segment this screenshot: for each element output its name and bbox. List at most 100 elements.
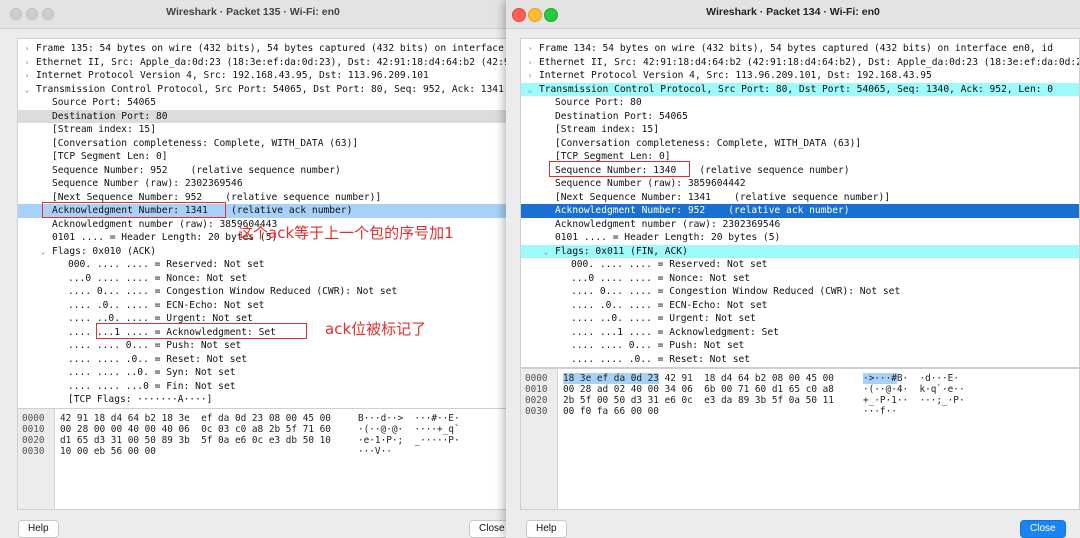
hex-offset: 0000 bbox=[22, 413, 45, 424]
ack-number-highlight-box bbox=[42, 202, 226, 218]
chevron-down-icon[interactable]: ⌄ bbox=[525, 83, 535, 97]
hex-offset: 0010 bbox=[22, 424, 45, 435]
hex-row[interactable]: 0010 00 28 00 00 40 00 40 06 0c 03 c0 a8 … bbox=[18, 424, 506, 435]
chevron-right-icon[interactable]: › bbox=[22, 69, 32, 83]
tree-row[interactable]: [TCP Segment Len: 0] bbox=[18, 150, 506, 164]
tree-row[interactable]: [Conversation completeness: Complete, WI… bbox=[521, 137, 1079, 151]
tree-row[interactable]: .... .... .0.. = Reset: Not set bbox=[521, 353, 1079, 367]
hex-row[interactable]: 0020 2b 5f 00 50 d3 31 e6 0c e3 da 89 3b … bbox=[521, 395, 1079, 406]
hex-row[interactable]: 0030 10 00 eb 56 00 00 ···V·· bbox=[18, 446, 506, 457]
ack-equals-annotation: 这个ack等于上一个包的序号加1 bbox=[238, 224, 454, 242]
tree-row[interactable]: .... 0... .... = Congestion Window Reduc… bbox=[18, 285, 506, 299]
tree-row[interactable]: Destination Port: 54065 bbox=[521, 110, 1079, 124]
hex-bytes-rest: 42 91 18 d4 64 b2 08 00 45 00 bbox=[658, 373, 834, 384]
tree-row[interactable]: .... .... 0... = Push: Not set bbox=[521, 339, 1079, 353]
tree-row-text: Destination Port: 80 bbox=[52, 110, 168, 122]
chevron-right-icon[interactable]: › bbox=[525, 56, 535, 70]
window-title: Wireshark · Packet 134 · Wi-Fi: en0 bbox=[706, 6, 880, 18]
chevron-right-icon[interactable]: › bbox=[525, 42, 535, 56]
tree-row[interactable]: ⌄ Flags: 0x011 (FIN, ACK) bbox=[521, 244, 1079, 259]
tree-row-text: ...0 .... .... = Nonce: Not set bbox=[571, 272, 751, 284]
tree-row-text: Transmission Control Protocol, Src Port:… bbox=[539, 83, 1054, 95]
tree-row[interactable]: .... .0.. .... = ECN-Echo: Not set bbox=[521, 299, 1079, 313]
chevron-down-icon[interactable]: ⌄ bbox=[22, 83, 32, 97]
chevron-down-icon[interactable]: ⌄ bbox=[541, 245, 551, 259]
tree-row[interactable]: ⌄ Flags: 0x010 (ACK) bbox=[18, 245, 506, 259]
hex-bytes-rest: 00 28 00 00 40 00 40 06 0c 03 c0 a8 2b 5… bbox=[60, 424, 331, 435]
tree-row[interactable]: .... ...1 .... = Acknowledgment: Set bbox=[521, 326, 1079, 340]
hex-row[interactable]: 0010 00 28 ad 02 40 00 34 06 6b 00 71 60 … bbox=[521, 384, 1079, 395]
hex-ascii: ···f·· bbox=[863, 406, 897, 417]
tree-row[interactable]: [TCP Flags: ·······A····] bbox=[18, 393, 506, 407]
tree-row-text: Acknowledgment number (raw): 2302369546 bbox=[555, 218, 781, 230]
title-bar[interactable]: Wireshark · Packet 134 · Wi-Fi: en0 bbox=[506, 0, 1080, 29]
tree-row-text: [TCP Segment Len: 0] bbox=[52, 151, 168, 162]
tree-row[interactable]: Sequence Number (raw): 3859604442 bbox=[521, 177, 1079, 191]
tree-row[interactable]: › Frame 134: 54 bytes on wire (432 bits),… bbox=[521, 42, 1079, 56]
tree-row-text: Source Port: 54065 bbox=[52, 97, 156, 108]
tree-row[interactable]: .... .... 0... = Push: Not set bbox=[18, 339, 506, 353]
tree-row[interactable]: .... ..0. .... = Urgent: Not set bbox=[521, 312, 1079, 326]
tree-row[interactable]: › Ethernet II, Src: Apple_da:0d:23 (18:3e… bbox=[18, 56, 506, 70]
tree-row[interactable]: › Internet Protocol Version 4, Src: 192.1… bbox=[18, 69, 506, 83]
tree-row[interactable]: Destination Port: 80 bbox=[18, 109, 506, 123]
hex-bytes: 10 00 eb 56 00 00 bbox=[60, 446, 156, 457]
tree-row[interactable]: 000. .... .... = Reserved: Not set bbox=[521, 258, 1079, 272]
tree-row[interactable]: › Ethernet II, Src: 42:91:18:d4:64:b2 (42… bbox=[521, 56, 1079, 70]
hex-row[interactable]: 0000 42 91 18 d4 64 b2 18 3e ef da 0d 23 … bbox=[18, 413, 506, 424]
tree-row-text: [Next Sequence Number: 1341 (relative se… bbox=[555, 191, 891, 203]
tree-row[interactable]: ...0 .... .... = Nonce: Not set bbox=[521, 272, 1079, 286]
tree-row[interactable]: ⌄ Transmission Control Protocol, Src Port… bbox=[521, 82, 1079, 97]
tree-row[interactable]: 0101 .... = Header Length: 20 bytes (5) bbox=[521, 231, 1079, 245]
tree-row[interactable]: [Conversation completeness: Complete, WI… bbox=[18, 137, 506, 151]
tree-row[interactable]: Acknowledgment number (raw): 2302369546 bbox=[521, 218, 1079, 232]
ack-flag-highlight-box bbox=[96, 323, 307, 339]
packet-134-window: Wireshark · Packet 134 · Wi-Fi: en0 › Fra… bbox=[506, 0, 1080, 538]
tree-row-text: .... .... ...0 = Fin: Not set bbox=[68, 380, 236, 392]
tree-row[interactable]: .... .0.. .... = ECN-Echo: Not set bbox=[18, 299, 506, 313]
tree-row[interactable]: Source Port: 54065 bbox=[18, 96, 506, 110]
tree-row-text: .... .... .0.. = Reset: Not set bbox=[68, 353, 248, 365]
hex-bytes: 18 3e ef da 0d 23 42 91 18 d4 64 b2 08 0… bbox=[563, 373, 834, 384]
help-button[interactable]: Help bbox=[18, 520, 59, 538]
packet-bytes-pane[interactable]: 0000 42 91 18 d4 64 b2 18 3e ef da 0d 23 … bbox=[17, 408, 506, 510]
tree-row[interactable]: ⌄ Transmission Control Protocol, Src Port… bbox=[18, 83, 506, 97]
hex-row[interactable]: 0030 00 f0 fa 66 00 00 ···f·· bbox=[521, 406, 1079, 417]
tree-row-text: Frame 135: 54 bytes on wire (432 bits), … bbox=[36, 43, 506, 54]
hex-row[interactable]: 0020 d1 65 d3 31 00 50 89 3b 5f 0a e6 0c … bbox=[18, 435, 506, 446]
tree-row[interactable]: › Internet Protocol Version 4, Src: 113.9… bbox=[521, 69, 1079, 83]
tree-row[interactable]: Source Port: 80 bbox=[521, 96, 1079, 110]
packet-bytes-pane[interactable]: 0000 18 3e ef da 0d 23 42 91 18 d4 64 b2 … bbox=[520, 368, 1080, 510]
tree-row[interactable]: Sequence Number (raw): 2302369546 bbox=[18, 177, 506, 191]
hex-ascii-rest: +_·P·1·· ···;_·P· bbox=[863, 395, 965, 406]
tree-row-text: 000. .... .... = Reserved: Not set bbox=[68, 259, 265, 270]
title-bar[interactable]: Wireshark · Packet 135 · Wi-Fi: en0 bbox=[0, 0, 506, 29]
hex-offset: 0010 bbox=[525, 384, 548, 395]
close-button[interactable]: Close bbox=[469, 520, 506, 538]
hex-ascii: ·(··@·@· ····+_q` bbox=[358, 424, 460, 435]
hex-row[interactable]: 0000 18 3e ef da 0d 23 42 91 18 d4 64 b2 … bbox=[521, 373, 1079, 384]
chevron-right-icon[interactable]: › bbox=[525, 69, 535, 83]
packet-details-tree[interactable]: › Frame 134: 54 bytes on wire (432 bits),… bbox=[520, 38, 1080, 368]
help-button[interactable]: Help bbox=[526, 520, 567, 538]
tree-row[interactable]: Acknowledgment Number: 952 (relative ack… bbox=[521, 204, 1079, 218]
hex-bytes: d1 65 d3 31 00 50 89 3b 5f 0a e6 0c e3 d… bbox=[60, 435, 331, 446]
hex-bytes-selected: 18 3e ef da 0d 23 bbox=[563, 373, 659, 384]
tree-row[interactable]: .... .... .0.. = Reset: Not set bbox=[18, 353, 506, 367]
tree-row[interactable]: .... .... ..0. = Syn: Not set bbox=[18, 366, 506, 380]
tree-row[interactable]: .... 0... .... = Congestion Window Reduc… bbox=[521, 285, 1079, 299]
tree-row[interactable]: › Frame 135: 54 bytes on wire (432 bits),… bbox=[18, 42, 506, 56]
tree-row[interactable]: 000. .... .... = Reserved: Not set bbox=[18, 258, 506, 272]
chevron-down-icon[interactable]: ⌄ bbox=[38, 245, 48, 259]
chevron-right-icon[interactable]: › bbox=[22, 42, 32, 56]
tree-row[interactable]: [Next Sequence Number: 1341 (relative se… bbox=[521, 191, 1079, 205]
tree-row[interactable]: Sequence Number: 952 (relative sequence … bbox=[18, 164, 506, 178]
tree-row[interactable]: [Stream index: 15] bbox=[18, 123, 506, 137]
tree-row[interactable]: [Stream index: 15] bbox=[521, 123, 1079, 137]
tree-row[interactable]: .... .... ...0 = Fin: Not set bbox=[18, 380, 506, 394]
tree-row[interactable]: ...0 .... .... = Nonce: Not set bbox=[18, 272, 506, 286]
close-button[interactable]: Close bbox=[1020, 520, 1066, 538]
tree-row-text: Sequence Number (raw): 3859604442 bbox=[555, 178, 746, 189]
chevron-right-icon[interactable]: › bbox=[22, 56, 32, 70]
tree-row-text: [Conversation completeness: Complete, WI… bbox=[555, 137, 862, 149]
